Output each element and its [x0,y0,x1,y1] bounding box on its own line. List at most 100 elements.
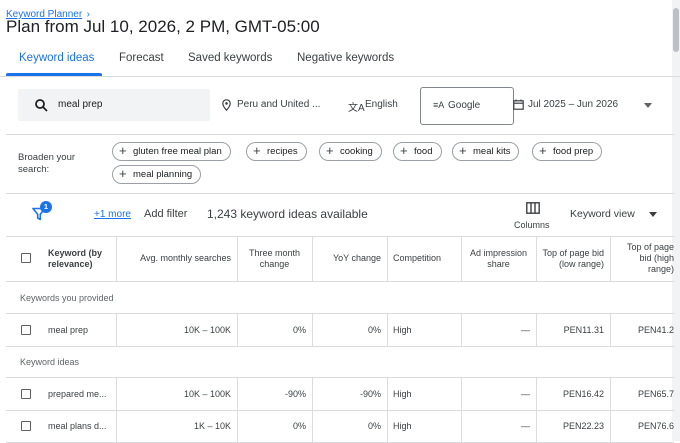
column-divider [387,236,388,282]
chip-food-prep[interactable]: + food prep [532,142,603,161]
table-row[interactable]: meal prep 10K – 100K 0% 0% High — PEN11.… [6,314,674,347]
column-divider [461,236,462,282]
cell-bid-low: PEN11.31 [563,325,604,335]
cell-competition: High [393,389,412,399]
header-bid-high[interactable]: Top of page bid (high range) [610,236,674,282]
cell-yoy: -90% [359,389,381,399]
row-checkbox[interactable] [21,325,31,335]
cell-three-month: 0% [292,325,306,335]
cell-avg-searches: 10K – 100K [183,325,231,335]
cell-bid-low: PEN22.23 [562,421,604,431]
add-icon: + [459,143,467,158]
cell-bid-low: PEN16.42 [562,389,604,399]
chip-food[interactable]: + food [393,142,442,161]
chip-gluten-free-meal-plan[interactable]: + gluten free meal plan [112,142,231,161]
header-yoy-change[interactable]: YoY change [312,236,387,282]
column-divider [461,314,462,346]
column-divider [237,314,238,346]
network-icon: ≡A [433,100,445,110]
search-icon [35,99,48,112]
tab-bar: Keyword ideas Forecast Saved keywords Ne… [0,42,680,77]
add-icon: + [326,143,334,158]
chip-recipes[interactable]: + recipes [246,142,307,161]
add-icon: + [400,143,408,158]
select-all-checkbox[interactable] [21,253,31,263]
location-selector[interactable]: Peru and United ... [222,96,332,114]
columns-label: Columns [514,220,550,230]
header-ad-impression-share[interactable]: Ad impression share [461,236,536,282]
keyword-count-text: 1,243 keyword ideas available [207,207,368,221]
header-keyword[interactable]: Keyword (by relevance) [42,236,116,282]
chip-cooking[interactable]: + cooking [319,142,382,161]
page-title: Plan from Jul 10, 2026, 2 PM, GMT-05:00 [6,17,320,36]
cell-avg-searches: 10K – 100K [183,389,231,399]
column-divider [610,378,611,442]
column-divider [461,378,462,442]
keyword-view-selector[interactable]: Keyword view [570,207,660,223]
cell-yoy: 0% [367,325,381,335]
cell-keyword: prepared me... [48,389,107,399]
section-keyword-ideas: Keyword ideas [6,346,674,378]
cell-keyword: meal prep [48,325,89,335]
date-range-selector[interactable]: Jul 2025 – Jun 2026 [513,96,655,114]
column-divider [610,314,611,346]
keyword-view-label: Keyword view [570,208,635,220]
header-bid-low[interactable]: Top of page bid (low range) [536,236,610,282]
tab-negative-keywords[interactable]: Negative keywords [297,52,394,64]
row-checkbox[interactable] [21,421,31,431]
section-keywords-provided: Keywords you provided [6,282,674,314]
table-row[interactable]: meal plans d... 1K – 10K 0% 0% High — PE… [6,410,674,443]
tab-forecast[interactable]: Forecast [119,52,164,64]
tab-keyword-ideas[interactable]: Keyword ideas [19,52,94,64]
add-filter-button[interactable]: Add filter [144,208,187,220]
date-range-label: Jul 2025 – Jun 2026 [528,99,619,110]
column-divider [312,236,313,282]
header-three-month-change[interactable]: Three month change [237,236,312,282]
dropdown-arrow-icon [649,212,657,217]
language-label: English [365,99,398,110]
filter-bar: meal prep Peru and United ... 文A English… [6,76,674,135]
cell-ad-share: — [521,421,530,431]
location-pin-icon [222,99,231,111]
column-divider [312,378,313,442]
add-icon: + [119,166,127,181]
dropdown-arrow-icon [644,103,652,108]
column-divider [536,236,537,282]
column-divider [237,236,238,282]
cell-competition: High [393,325,412,335]
filter-count-badge: 1 [40,201,52,213]
translate-icon: 文A [348,103,365,114]
row-checkbox[interactable] [21,389,31,399]
broaden-search-section: Broaden your search: + gluten free meal p… [6,134,674,194]
header-avg-monthly-searches[interactable]: Avg. monthly searches [116,236,237,282]
calendar-icon [513,99,524,110]
column-divider [387,314,388,346]
chip-meal-planning[interactable]: + meal planning [112,165,202,184]
cell-bid-high: PEN76.6 [637,421,674,431]
header-competition[interactable]: Competition [387,236,461,282]
column-divider [116,378,117,442]
columns-icon [526,202,540,214]
column-divider [237,378,238,442]
columns-button[interactable]: Columns [512,201,552,233]
search-input[interactable]: meal prep [58,99,102,110]
tab-saved-keywords[interactable]: Saved keywords [188,52,272,64]
chip-meal-kits[interactable]: + meal kits [452,142,520,161]
keyword-search-box[interactable]: meal prep [18,89,210,121]
filter-button[interactable]: 1 [32,201,56,225]
language-selector[interactable]: 文A English [348,96,408,114]
column-divider [610,236,611,282]
search-network-selector[interactable]: ≡A Google [420,87,514,125]
network-label: Google [448,100,481,111]
column-divider [387,378,388,442]
cell-three-month: -90% [284,389,306,399]
cell-competition: High [393,421,412,431]
table-row[interactable]: prepared me... 10K – 100K -90% -90% High… [6,378,674,411]
add-icon: + [253,143,261,158]
cell-keyword: meal plans d... [48,421,107,431]
column-divider [536,378,537,442]
more-filters-link[interactable]: +1 more [94,209,131,220]
cell-bid-high: PEN41.2 [637,325,674,335]
column-divider [536,314,537,346]
column-divider [312,314,313,346]
